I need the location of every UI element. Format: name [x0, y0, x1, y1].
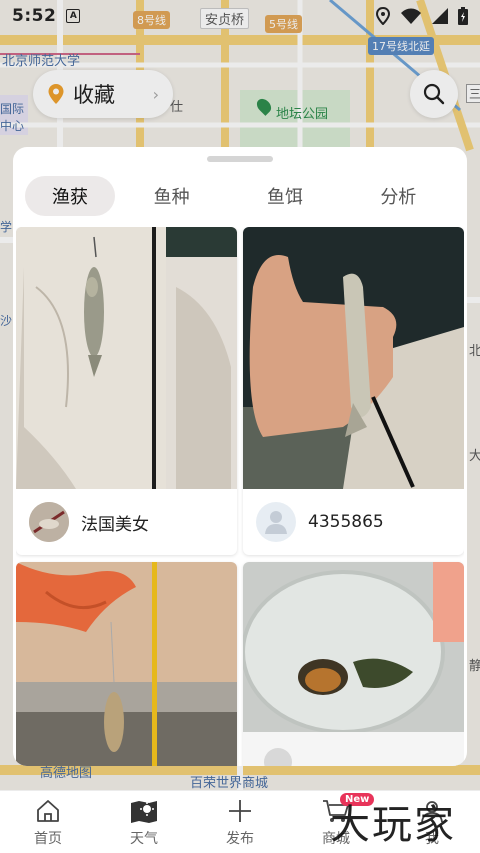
tab-catch[interactable]: 渔获 [25, 176, 115, 216]
nav-publish[interactable]: 发布 [192, 791, 288, 853]
catch-photo[interactable] [243, 562, 464, 766]
status-icons [376, 7, 468, 25]
catch-sheet: 渔获 鱼种 鱼饵 分析 法国美女 4355865 [13, 147, 467, 766]
nav-mall[interactable]: New 商城 [288, 791, 384, 853]
plus-icon [225, 797, 255, 825]
catch-grid: 法国美女 4355865 [16, 227, 464, 766]
home-icon [33, 797, 63, 825]
sheet-drag-handle[interactable] [207, 156, 273, 162]
user-avatar [29, 502, 69, 542]
status-time: 5:52 [12, 6, 57, 26]
fish-photo-image [16, 562, 237, 766]
nav-label: 首页 [34, 831, 62, 847]
catch-card[interactable] [243, 562, 464, 766]
bottom-nav: 首页 天气 发布 New 商城 我 [0, 790, 480, 853]
notification-a-icon: A [66, 9, 81, 23]
default-avatar-icon [256, 502, 296, 542]
post-author[interactable]: 法国美女 [16, 489, 237, 555]
catch-card[interactable] [16, 562, 237, 766]
fish-photo-image [243, 227, 464, 489]
wifi-icon [401, 8, 421, 24]
profile-icon [417, 797, 447, 825]
nav-label: 商城 [322, 831, 350, 847]
location-icon [376, 7, 390, 25]
person-icon [265, 511, 287, 534]
user-name: 4355865 [308, 512, 384, 532]
tab-analysis[interactable]: 分析 [342, 176, 455, 216]
fish-photo-image [243, 562, 464, 766]
new-badge: New [340, 793, 375, 806]
nav-label: 我 [425, 831, 439, 847]
catch-photo[interactable] [16, 227, 237, 489]
sheet-tabs: 渔获 鱼种 鱼饵 分析 [25, 176, 455, 216]
tab-species[interactable]: 鱼种 [115, 176, 228, 216]
status-bar: 5:52 A [0, 0, 480, 32]
nav-label: 天气 [130, 831, 158, 847]
nav-weather[interactable]: 天气 [96, 791, 192, 853]
catch-card[interactable]: 4355865 [243, 227, 464, 555]
post-author[interactable]: 4355865 [243, 489, 464, 555]
catch-photo[interactable] [16, 562, 237, 766]
fish-photo-image [16, 227, 237, 489]
battery-icon [458, 7, 468, 25]
catch-card[interactable]: 法国美女 [16, 227, 237, 555]
nav-home[interactable]: 首页 [0, 791, 96, 853]
user-photo-avatar [29, 502, 69, 542]
signal-icon [432, 8, 448, 24]
weather-icon [129, 797, 159, 825]
user-name: 法国美女 [81, 514, 149, 535]
nav-me[interactable]: 我 [384, 791, 480, 853]
nav-label: 发布 [226, 831, 254, 847]
catch-photo[interactable] [243, 227, 464, 489]
tab-bait[interactable]: 鱼饵 [228, 176, 341, 216]
